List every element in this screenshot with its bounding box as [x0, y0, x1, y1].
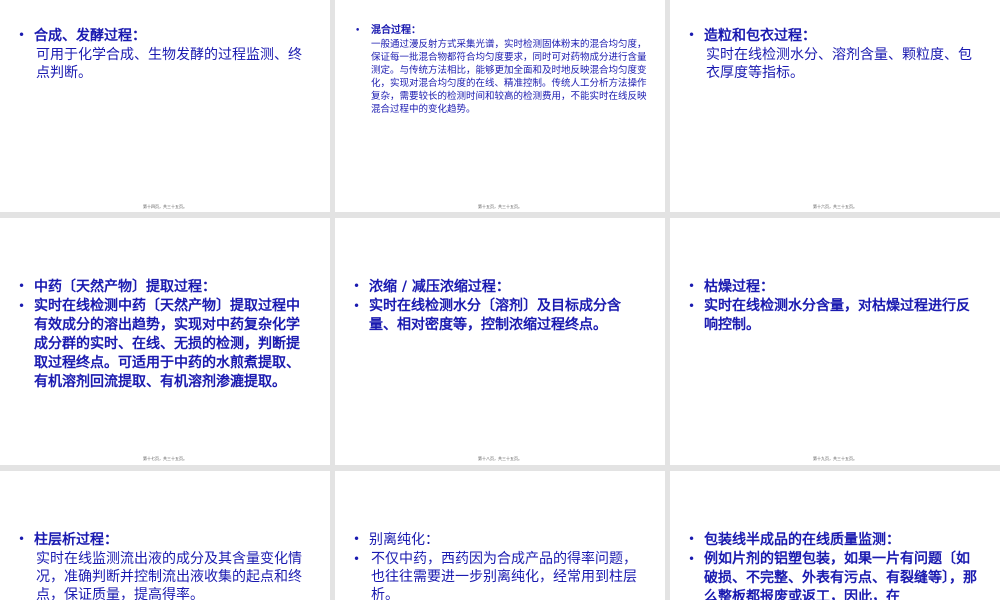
slide-body: 不仅中药，西药因为合成产品的得率问题，也往往需要进一步别离纯化，经常用到柱层析。	[371, 551, 637, 600]
bullet-item: • 不仅中药，西药因为合成产品的得率问题，也往往需要进一步别离纯化，经常用到柱层…	[353, 550, 645, 600]
bullet-icon: •	[688, 532, 696, 546]
bullet-item: • 实时在线检测水分〔溶剂〕及目标成分含量、相对密度等，控制浓缩过程终点。	[353, 297, 645, 335]
bullet-icon: •	[353, 532, 361, 546]
bullet-item: • 别离纯化：	[353, 530, 645, 550]
bullet-item: • 枯燥过程：	[688, 277, 980, 297]
bullet-item: • 浓缩 / 减压浓缩过程：	[353, 277, 645, 297]
slide-body: 实时在线检测水分含量，对枯燥过程进行反响控制。	[704, 298, 970, 333]
bullet-icon: •	[688, 552, 696, 566]
slide-body: 可用于化学合成、生物发酵的过程监测、终点判断。	[36, 47, 302, 81]
bullet-icon: •	[18, 532, 26, 546]
slide-body: 一般通过漫反射方式采集光谱，实时检测固体粉末的混合均匀度，保证每一批混合物都符合…	[371, 39, 647, 115]
slide-drying[interactable]: • 枯燥过程： • 实时在线检测水分含量，对枯燥过程进行反响控制。 第十九页，共…	[670, 218, 1000, 465]
slide-title: 浓缩 / 减压浓缩过程：	[369, 279, 510, 295]
slide-mixing[interactable]: • 混合过程： 一般通过漫反射方式采集光谱，实时检测固体粉末的混合均匀度，保证每…	[335, 0, 665, 212]
bullet-item: • 包装线半成品的在线质量监测：	[688, 530, 980, 550]
slide-title: 包装线半成品的在线质量监测：	[704, 532, 900, 548]
bullet-icon: •	[353, 299, 361, 313]
slide-herbal-extraction[interactable]: • 中药〔天然产物〕提取过程： • 实时在线检测中药〔天然产物〕提取过程中有效成…	[0, 218, 330, 465]
slide-title: 枯燥过程：	[704, 279, 774, 295]
slide-concentration[interactable]: • 浓缩 / 减压浓缩过程： • 实时在线检测水分〔溶剂〕及目标成分含量、相对密…	[335, 218, 665, 465]
slide-title: 中药〔天然产物〕提取过程：	[34, 279, 216, 295]
bullet-item: • 合成、发酵过程： 可用于化学合成、生物发酵的过程监测、终点判断。	[18, 26, 310, 82]
slide-body: 实时在线检测中药〔天然产物〕提取过程中有效成分的溶出趋势，实现对中药复杂化学成分…	[34, 298, 300, 390]
slide-title: 别离纯化：	[369, 532, 439, 548]
slide-footer: 第十六页，共三十五页。	[813, 204, 857, 209]
slide-title: 合成、发酵过程：	[34, 28, 146, 44]
bullet-item: • 混合过程： 一般通过漫反射方式采集光谱，实时检测固体粉末的混合均匀度，保证每…	[355, 24, 647, 116]
bullet-icon: •	[353, 552, 361, 566]
slide-separation-purification[interactable]: • 别离纯化： • 不仅中药，西药因为合成产品的得率问题，也往往需要进一步别离纯…	[335, 471, 665, 600]
bullet-item: • 例如片剂的铝塑包装，如果一片有问题〔如破损、不完整、外表有污点、有裂缝等〕，…	[688, 550, 980, 600]
slide-synthesis-fermentation[interactable]: • 合成、发酵过程： 可用于化学合成、生物发酵的过程监测、终点判断。 第十四页，…	[0, 0, 330, 212]
slide-column-chromatography[interactable]: • 柱层析过程： 实时在线监测流出液的成分及其含量变化情况，准确判断并控制流出液…	[0, 471, 330, 600]
slide-footer: 第十九页，共三十五页。	[813, 456, 857, 461]
slide-granulation-coating[interactable]: • 造粒和包衣过程： 实时在线检测水分、溶剂含量、颗粒度、包衣厚度等指标。 第十…	[670, 0, 1000, 212]
slide-footer: 第十八页，共三十五页。	[478, 456, 522, 461]
bullet-item: • 造粒和包衣过程： 实时在线检测水分、溶剂含量、颗粒度、包衣厚度等指标。	[688, 26, 980, 82]
bullet-item: • 中药〔天然产物〕提取过程：	[18, 277, 310, 297]
bullet-item: • 实时在线检测水分含量，对枯燥过程进行反响控制。	[688, 297, 980, 335]
slide-packaging-line[interactable]: • 包装线半成品的在线质量监测： • 例如片剂的铝塑包装，如果一片有问题〔如破损…	[670, 471, 1000, 600]
slide-title: 造粒和包衣过程：	[704, 28, 816, 44]
bullet-icon: •	[18, 279, 26, 293]
slide-body: 实时在线检测水分〔溶剂〕及目标成分含量、相对密度等，控制浓缩过程终点。	[369, 298, 621, 333]
bullet-item: • 实时在线检测中药〔天然产物〕提取过程中有效成分的溶出趋势，实现对中药复杂化学…	[18, 297, 310, 392]
slide-body: 实时在线监测流出液的成分及其含量变化情况，准确判断并控制流出液收集的起点和终点，…	[36, 551, 302, 600]
bullet-icon: •	[18, 28, 26, 42]
slide-body: 例如片剂的铝塑包装，如果一片有问题〔如破损、不完整、外表有污点、有裂缝等〕，那么…	[704, 551, 977, 600]
bullet-icon: •	[688, 299, 696, 313]
bullet-icon: •	[688, 279, 696, 293]
bullet-item: • 柱层析过程： 实时在线监测流出液的成分及其含量变化情况，准确判断并控制流出液…	[18, 530, 310, 600]
slide-body: 实时在线检测水分、溶剂含量、颗粒度、包衣厚度等指标。	[706, 47, 972, 81]
bullet-icon: •	[18, 299, 26, 313]
slide-grid: • 合成、发酵过程： 可用于化学合成、生物发酵的过程监测、终点判断。 第十四页，…	[0, 0, 1000, 600]
slide-footer: 第十四页，共三十五页。	[143, 204, 187, 209]
slide-footer: 第十五页，共三十五页。	[478, 204, 522, 209]
slide-title: 柱层析过程：	[34, 532, 118, 548]
bullet-icon: •	[353, 279, 361, 293]
slide-title: 混合过程：	[371, 25, 421, 36]
bullet-icon: •	[688, 28, 696, 42]
bullet-icon: •	[355, 26, 361, 36]
slide-footer: 第十七页，共三十五页。	[143, 456, 187, 461]
